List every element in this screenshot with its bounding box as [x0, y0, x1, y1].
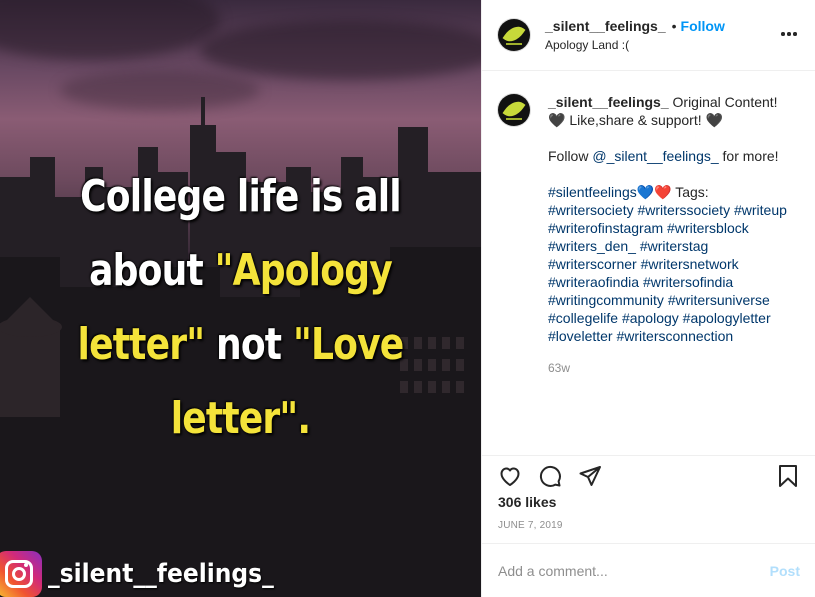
caption-username[interactable]: _silent__feelings_ — [548, 94, 669, 110]
quote-highlight: "Apology — [214, 245, 393, 296]
comment-button[interactable] — [538, 464, 562, 488]
quote-highlight: letter". — [170, 393, 311, 444]
like-button[interactable] — [498, 464, 522, 488]
heart-icon — [500, 467, 520, 486]
post-header: _silent__feelings_ • Follow Apology Land… — [482, 0, 815, 71]
avatar[interactable] — [498, 19, 530, 51]
hashtag-link[interactable]: #writeraofindia — [548, 274, 639, 290]
tags-intro: #silentfeelings💙❤️ Tags: — [548, 183, 794, 201]
hashtag-link[interactable]: #writersociety — [548, 202, 634, 218]
watermark-handle: _silent__feelings_ — [48, 559, 274, 589]
post-caption: _silent__feelings_ Original Content! 🖤 L… — [548, 93, 794, 454]
post-quote-text: College life is all about "Apology letter"… — [43, 160, 437, 456]
caption-avatar[interactable] — [498, 94, 530, 126]
post-image[interactable]: College life is all about "Apology letter"… — [0, 0, 481, 597]
comments-section: _silent__feelings_ Original Content! 🖤 L… — [482, 71, 815, 454]
quote-segment: College life is all — [80, 171, 402, 222]
hashtag-link[interactable]: #writeup — [734, 202, 787, 218]
quote-segment: not — [204, 319, 293, 370]
bookmark-icon — [779, 464, 797, 487]
hashtag-link[interactable]: #writingcommunity — [548, 292, 664, 308]
caption-text: 💙❤️ Tags: — [636, 184, 709, 200]
hashtag-link[interactable]: #apologyletter — [683, 310, 771, 326]
instagram-logo-icon — [0, 551, 42, 597]
paper-plane-icon — [579, 465, 601, 486]
hashtag-link[interactable]: #writers_den_ — [548, 238, 636, 254]
quote-line: about "Apology — [43, 234, 437, 308]
post-side-panel: _silent__feelings_ • Follow Apology Land… — [481, 0, 815, 597]
hashtag-link[interactable]: #writerofinstagram — [548, 220, 663, 236]
comment-icon — [539, 465, 561, 487]
hashtag-list: #writersociety #writerssociety #writeup … — [548, 201, 794, 345]
quote-line: letter" not "Love — [43, 308, 437, 382]
more-options-icon[interactable] — [779, 24, 799, 44]
watermark: _silent__feelings_ — [0, 551, 299, 597]
hashtag-link[interactable]: #silentfeelings — [548, 184, 637, 200]
header-username[interactable]: _silent__feelings_ — [545, 18, 666, 34]
hashtag-link[interactable]: #writersnetwork — [641, 256, 739, 272]
quote-segment: about — [89, 245, 215, 296]
hashtag-link[interactable]: #apology — [622, 310, 679, 326]
hashtag-link[interactable]: #loveletter — [548, 328, 613, 344]
action-bar — [482, 455, 815, 495]
comment-input[interactable] — [498, 562, 770, 579]
share-button[interactable] — [578, 464, 602, 488]
caption-time-ago[interactable]: 63w — [548, 359, 794, 377]
quote-line: letter". — [43, 382, 437, 456]
mention-link[interactable]: @_silent__feelings_ — [592, 148, 718, 164]
follow-button[interactable]: Follow — [681, 18, 725, 34]
cloud-decoration — [200, 20, 481, 80]
hashtag-link[interactable]: #writerstag — [640, 238, 708, 254]
quote-line: College life is all — [43, 160, 437, 234]
post-date[interactable]: JUNE 7, 2019 — [498, 520, 563, 531]
hashtag-link[interactable]: #writersblock — [667, 220, 749, 236]
save-button[interactable] — [776, 464, 800, 488]
hashtag-link[interactable]: #writerscorner — [548, 256, 637, 272]
hashtag-link[interactable]: #writersofindia — [643, 274, 733, 290]
comment-form: Post — [482, 543, 815, 597]
post-comment-button[interactable]: Post — [770, 563, 800, 579]
likes-count[interactable]: 306 likes — [498, 494, 556, 510]
hashtag-link[interactable]: #writerssociety — [637, 202, 730, 218]
hashtag-link[interactable]: #writersuniverse — [668, 292, 770, 308]
quote-highlight: "Love — [292, 319, 404, 370]
quote-highlight: letter" — [77, 319, 205, 370]
hashtag-link[interactable]: #writersconnection — [616, 328, 733, 344]
separator-dot: • — [671, 18, 677, 34]
hashtag-link[interactable]: #collegelife — [548, 310, 618, 326]
cloud-decoration — [0, 0, 220, 60]
location-link[interactable]: Apology Land :( — [545, 38, 725, 52]
